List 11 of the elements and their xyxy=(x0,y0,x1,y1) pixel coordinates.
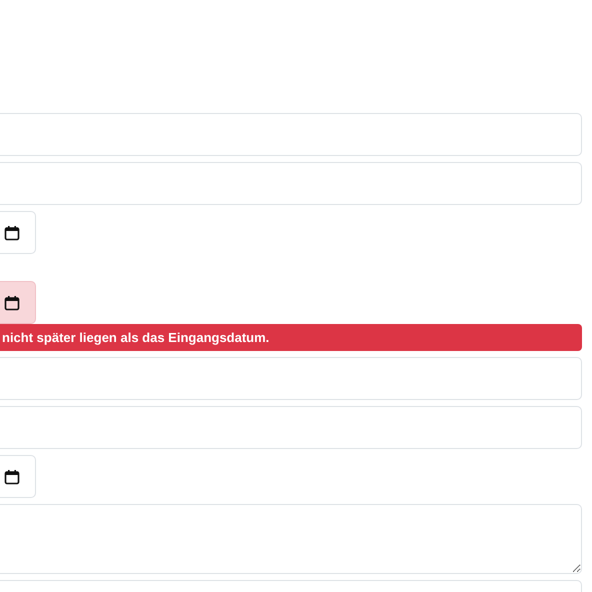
calendar-icon[interactable] xyxy=(4,224,20,240)
text-field[interactable] xyxy=(0,406,582,449)
date-field[interactable] xyxy=(0,455,36,498)
text-field[interactable] xyxy=(0,357,582,400)
calendar-icon[interactable] xyxy=(4,468,20,484)
calendar-icon[interactable] xyxy=(4,294,20,310)
text-field[interactable] xyxy=(0,113,582,156)
date-field[interactable] xyxy=(0,211,36,254)
text-field[interactable] xyxy=(0,162,582,205)
date-field[interactable] xyxy=(0,281,36,324)
error-message: nicht später liegen als das Eingangsdatum. xyxy=(0,324,582,351)
